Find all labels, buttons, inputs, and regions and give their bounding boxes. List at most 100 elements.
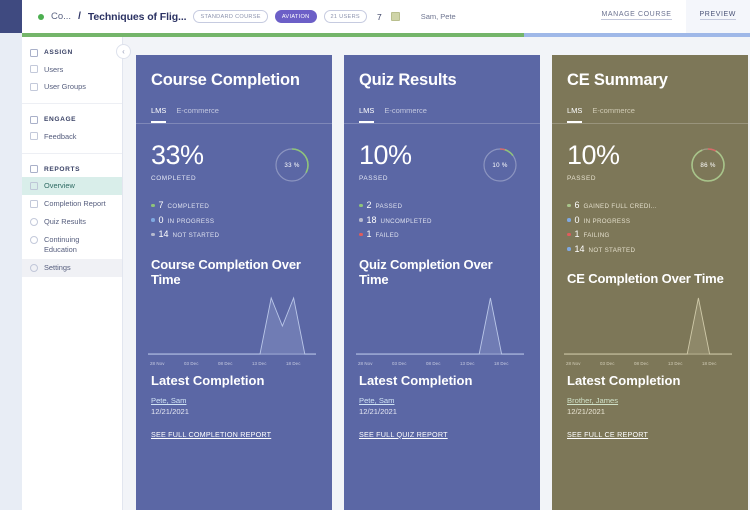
latest-user-link[interactable]: Pete, Sam	[136, 389, 332, 405]
sidebar-item-icon	[30, 82, 38, 91]
legend-dot-icon	[567, 247, 571, 251]
latest-date: 12/21/2021	[151, 406, 190, 416]
breadcrumb-parent[interactable]: Co...	[51, 11, 71, 22]
sidebar-item-users[interactable]: Users	[22, 61, 122, 79]
sidebar-group: REPORTS Overview Completion Report Quiz Res…	[22, 154, 122, 284]
sidebar-item-user-groups[interactable]: User Groups	[22, 78, 122, 96]
legend-number: 14	[158, 229, 169, 240]
sidebar-collapse-button[interactable]: ‹	[116, 44, 131, 59]
card-tab-lms[interactable]: LMS	[151, 106, 167, 124]
summary-percent: 33%	[151, 140, 204, 171]
axis-tick-label: 03 Dec	[600, 361, 615, 367]
legend-label: NOT STARTED	[588, 246, 636, 254]
latest-title: Latest Completion	[359, 373, 473, 389]
summary-label: PASSED	[567, 175, 597, 183]
donut-chart: 33 %	[271, 144, 313, 186]
sidebar-item-label: User Groups	[44, 82, 86, 92]
legend-dot-icon	[151, 203, 155, 208]
sidebar-item-label: Quiz Results	[44, 217, 86, 227]
sidebar-item-feedback[interactable]: Feedback	[22, 128, 122, 146]
card-legend: 2 PASSED 18 UNCOMPLETED 1 FAILED	[344, 186, 540, 239]
sidebar-item-overview[interactable]: Overview	[22, 177, 122, 196]
card-header: Course Completion LMS E-commerce	[136, 55, 332, 124]
report-cards: Course Completion LMS E-commerce 33% COMP…	[136, 55, 748, 510]
card-tab-e-commerce[interactable]: E-commerce	[592, 106, 635, 123]
sidebar-item-icon	[30, 217, 38, 226]
chart-x-axis: 28 Nov 03 Dec 08 Dec 13 Dec 18 Dec	[136, 360, 332, 366]
manage-course-button[interactable]: MANAGE COURSE	[587, 0, 685, 33]
full-report-link[interactable]: SEE FULL QUIZ REPORT	[344, 416, 540, 439]
full-report-link[interactable]: SEE FULL CE REPORT	[552, 416, 748, 439]
legend-row: 2 PASSED	[359, 200, 525, 210]
card-tab-lms[interactable]: LMS	[567, 106, 583, 124]
full-report-link[interactable]: SEE FULL COMPLETION REPORT	[136, 416, 332, 439]
summary-percent: 10%	[359, 140, 412, 171]
top-bar: Co... / Techniques of Flig... STANDARD C…	[22, 0, 750, 33]
card-tab-e-commerce[interactable]: E-commerce	[176, 106, 219, 123]
legend-label: NOT STARTED	[172, 232, 220, 240]
chart-x-axis: 28 Nov 03 Dec 08 Dec 13 Dec 18 Dec	[552, 360, 748, 366]
axis-tick-label: 08 Dec	[426, 361, 441, 367]
axis-tick-label: 28 Nov	[358, 361, 373, 367]
sidebar-item-completion-report[interactable]: Completion Report	[22, 195, 122, 213]
card-tabs: LMS E-commerce	[359, 106, 525, 124]
axis-tick-label: 08 Dec	[634, 361, 649, 367]
latest-user-link[interactable]: Pete, Sam	[344, 389, 540, 405]
legend-row: 1 FAILED	[359, 229, 525, 239]
status-dot-icon	[38, 13, 44, 20]
summary-percent: 10%	[567, 140, 620, 171]
legend-row: 1 FAILING	[567, 229, 733, 239]
sidebar-group-label: REPORTS	[44, 165, 81, 173]
axis-tick-label: 28 Nov	[150, 361, 165, 367]
group-icon	[30, 48, 38, 57]
sidebar-item-icon	[30, 199, 38, 208]
donut-label: 33 %	[284, 161, 300, 169]
legend-label: IN PROGRESS	[583, 217, 631, 225]
card-title: Quiz Results	[359, 71, 457, 89]
legend-dot-icon	[151, 218, 155, 222]
manage-course-label: MANAGE COURSE	[601, 11, 672, 20]
sidebar-item-settings[interactable]: Settings	[22, 259, 122, 278]
badge-users: 21 USERS	[323, 10, 367, 23]
sparkline-chart	[344, 287, 540, 360]
card-summary-text: 10% PASSED	[567, 142, 687, 186]
legend-row: 6 GAINED FULL CREDI...	[567, 200, 733, 210]
summary-label: COMPLETED	[151, 175, 197, 183]
legend-label: COMPLETED	[167, 203, 210, 211]
card-header: CE Summary LMS E-commerce	[552, 55, 748, 124]
chart-title: CE Completion Over Time	[567, 271, 724, 287]
legend-row: 0 IN PROGRESS	[151, 215, 317, 225]
legend-row: 7 COMPLETED	[151, 200, 317, 210]
legend-dot-icon	[567, 203, 571, 208]
donut-chart: 10 %	[479, 144, 521, 186]
legend-number: 6	[574, 200, 580, 211]
card-legend: 6 GAINED FULL CREDI... 0 IN PROGRESS 1 F…	[552, 186, 748, 254]
sidebar-item-label: Settings	[44, 263, 71, 273]
sidebar-item-quiz-results[interactable]: Quiz Results	[22, 213, 122, 231]
legend-label: IN PROGRESS	[167, 217, 215, 225]
sidebar-item-label: Continuing Education	[44, 235, 80, 255]
axis-tick-label: 13 Dec	[252, 361, 267, 367]
sidebar-group: ASSIGN Users User Groups	[22, 37, 122, 105]
sidebar-item-label: Overview	[44, 181, 75, 191]
report-card: Course Completion LMS E-commerce 33% COMP…	[136, 55, 332, 510]
legend-label: UNCOMPLETED	[380, 217, 432, 225]
legend-number: 1	[574, 229, 580, 240]
legend-dot-icon	[567, 232, 571, 237]
sidebar-group-heading: REPORTS	[22, 161, 122, 178]
card-tab-lms[interactable]: LMS	[359, 106, 375, 124]
legend-label: FAILED	[375, 232, 399, 240]
legend-number: 0	[574, 214, 580, 225]
legend-label: FAILING	[583, 232, 610, 240]
preview-button[interactable]: PREVIEW	[685, 0, 750, 33]
latest-user-link[interactable]: Brother, James	[552, 389, 748, 405]
legend-label: GAINED FULL CREDI...	[583, 203, 657, 211]
card-tabs: LMS E-commerce	[151, 106, 317, 124]
card-tab-e-commerce[interactable]: E-commerce	[384, 106, 427, 123]
axis-tick-label: 13 Dec	[460, 361, 475, 367]
breadcrumb: Co... / Techniques of Flig... STANDARD C…	[22, 10, 587, 23]
sidebar-item-continuing-education[interactable]: Continuing Education	[22, 231, 122, 259]
sidebar-group: ENGAGE Feedback	[22, 104, 122, 154]
legend-row: 0 IN PROGRESS	[567, 215, 733, 225]
sidebar-item-icon	[30, 263, 38, 272]
